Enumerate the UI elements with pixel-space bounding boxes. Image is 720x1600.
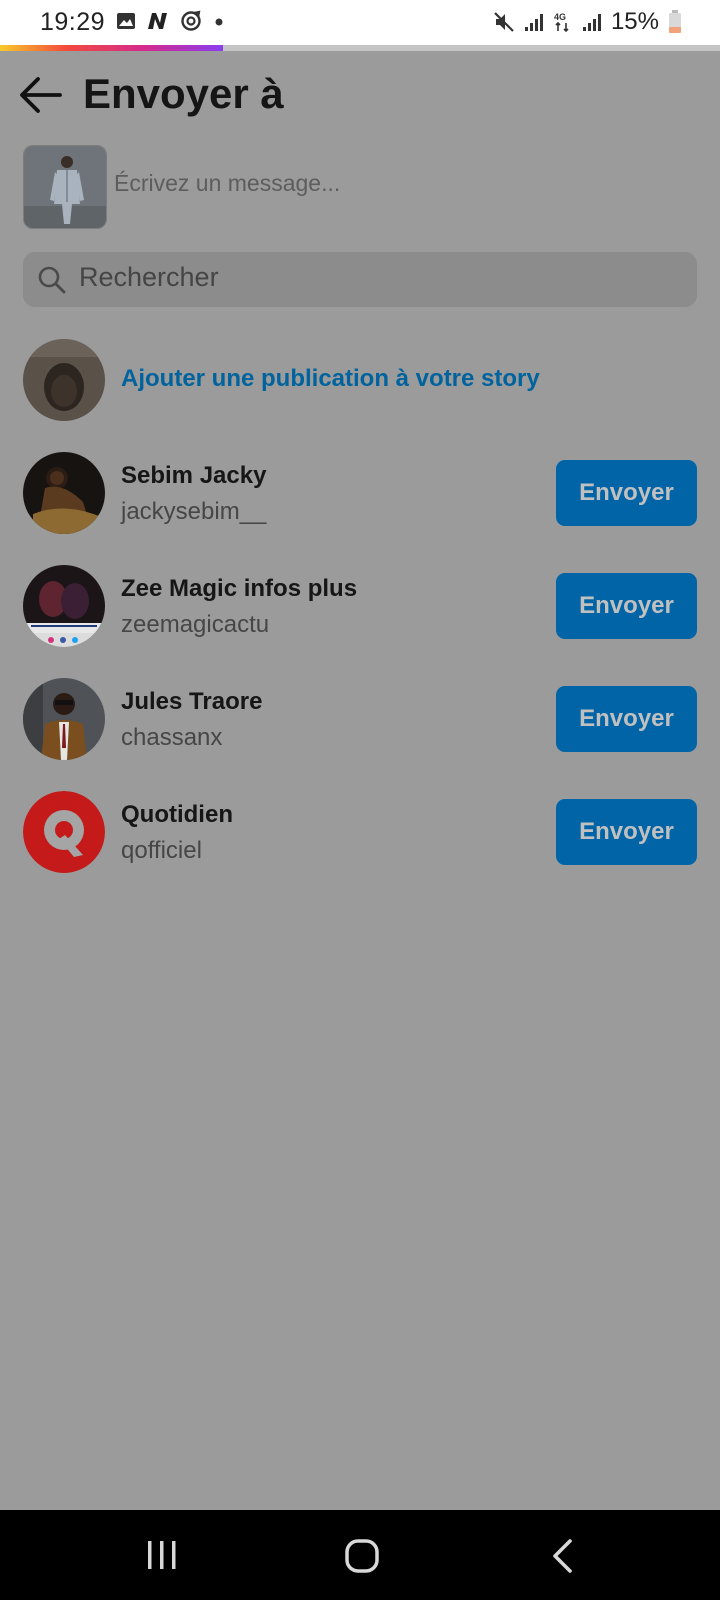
list-item: Sebim Jacky jackysebim__ Envoyer <box>0 450 720 536</box>
avatar <box>23 452 105 534</box>
quotidien-logo-icon <box>23 791 105 873</box>
search-bar[interactable]: Rechercher <box>23 252 697 307</box>
sync-icon <box>181 10 201 31</box>
avatar <box>23 339 105 421</box>
4g-icon: 4G <box>554 12 569 33</box>
list-item: Jules Traore chassanx Envoyer <box>0 676 720 762</box>
image-icon <box>117 13 135 29</box>
recipient-name: Sebim Jacky <box>121 462 267 489</box>
back-icon[interactable] <box>550 1538 576 1574</box>
message-input[interactable]: Écrivez un message... <box>114 170 340 197</box>
recipient-handle: jackysebim__ <box>121 498 267 525</box>
recipient-handle: zeemagicactu <box>121 611 270 638</box>
arrow-left-icon <box>20 77 62 113</box>
recipient-name: Zee Magic infos plus <box>121 575 358 602</box>
send-button[interactable]: Envoyer <box>556 686 697 752</box>
status-time: 19:29 <box>40 8 106 36</box>
battery-percent: 15% <box>610 8 659 35</box>
avatar <box>23 565 105 647</box>
recipient-name: Quotidien <box>121 801 233 828</box>
status-notification-icons <box>116 10 226 32</box>
add-to-story-link[interactable]: Ajouter une publication à votre story <box>121 365 540 393</box>
status-bar: 19:29 4G 15% <box>0 0 720 45</box>
page-title: Envoyer à <box>83 70 284 117</box>
mute-icon <box>494 12 514 32</box>
send-button[interactable]: Envoyer <box>556 573 697 639</box>
search-input[interactable]: Rechercher <box>79 262 219 293</box>
n-app-icon <box>148 13 167 29</box>
signal-icon <box>524 14 543 31</box>
recipient-name: Jules Traore <box>121 688 263 715</box>
send-button[interactable]: Envoyer <box>556 799 697 865</box>
signal-icon <box>582 14 601 31</box>
svg-text:4G: 4G <box>554 12 566 22</box>
home-icon[interactable] <box>344 1538 380 1574</box>
post-thumbnail <box>23 145 107 229</box>
list-item: Quotidien qofficiel Envoyer <box>0 789 720 875</box>
upload-progress-bar <box>0 45 720 51</box>
status-system-icons: 4G 15% <box>493 8 682 36</box>
upload-progress-fill <box>0 45 224 51</box>
recipient-handle: chassanx <box>121 724 223 751</box>
avatar <box>23 678 105 760</box>
header: Envoyer à <box>0 60 720 134</box>
list-item: Zee Magic infos plus zeemagicactu Envoye… <box>0 563 720 649</box>
send-button[interactable]: Envoyer <box>556 460 697 526</box>
add-to-story-row[interactable]: Ajouter une publication à votre story <box>0 337 720 423</box>
system-nav-bar <box>0 1510 720 1600</box>
dot-icon <box>215 18 223 26</box>
recent-apps-icon[interactable] <box>145 1538 179 1572</box>
back-button[interactable] <box>18 74 64 116</box>
battery-icon <box>669 10 681 33</box>
avatar <box>23 791 105 873</box>
search-icon <box>38 266 66 294</box>
recipient-handle: qofficiel <box>121 837 202 864</box>
